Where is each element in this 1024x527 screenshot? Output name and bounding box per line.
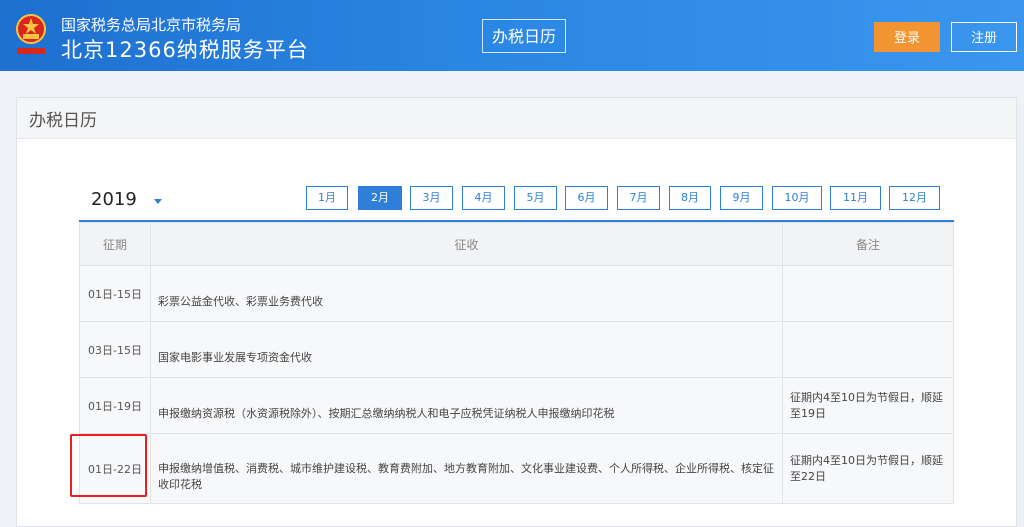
column-header-note: 备注: [782, 222, 954, 266]
note-cell: [782, 321, 954, 378]
page-label: 办税日历: [482, 19, 566, 53]
month-tab[interactable]: 11月: [830, 186, 881, 210]
month-tab[interactable]: 6月: [565, 186, 608, 210]
month-tab[interactable]: 7月: [617, 186, 660, 210]
table-row: 03日-15日 国家电影事业发展专项资金代收: [79, 321, 954, 378]
period-cell: 01日-15日: [79, 265, 151, 322]
column-header-content: 征收: [150, 222, 783, 266]
month-tab-selected[interactable]: 2月: [358, 186, 402, 210]
national-emblem-icon: [16, 14, 46, 54]
table-header-row: 征期 征收 备注: [79, 222, 954, 266]
month-tab[interactable]: 9月: [720, 186, 763, 210]
month-tab[interactable]: 3月: [410, 186, 453, 210]
note-cell: [782, 265, 954, 322]
note-cell: 征期内4至10日为节假日，顺延至22日: [782, 433, 954, 504]
content-cell: 彩票公益金代收、彩票业务费代收: [150, 265, 783, 322]
month-tab[interactable]: 4月: [462, 186, 505, 210]
org-name: 国家税务总局北京市税务局: [61, 16, 242, 34]
top-header: 国家税务总局北京市税务局 北京12366纳税服务平台 办税日历 登录 注册: [0, 0, 1024, 71]
tax-calendar-table: 征期 征收 备注 01日-15日 彩票公益金代收、彩票业务费代收 03日-15日…: [79, 222, 954, 504]
content-cell: 国家电影事业发展专项资金代收: [150, 321, 783, 378]
note-cell: 征期内4至10日为节假日，顺延至19日: [782, 377, 954, 434]
content-text: 国家电影事业发展专项资金代收: [158, 350, 312, 364]
column-header-period: 征期: [79, 222, 151, 266]
period-cell: 03日-15日: [79, 321, 151, 378]
content-cell: 申报缴纳资源税（水资源税除外）、按期汇总缴纳纳税人和电子应税凭证纳税人申报缴纳印…: [150, 377, 783, 434]
content-text: 申报缴纳资源税（水资源税除外）、按期汇总缴纳纳税人和电子应税凭证纳税人申报缴纳印…: [158, 406, 615, 420]
panel-header: 办税日历: [17, 98, 1016, 139]
site-name[interactable]: 北京12366纳税服务平台: [61, 34, 309, 64]
table-row: 01日-15日 彩票公益金代收、彩票业务费代收: [79, 265, 954, 322]
table-row: 01日-19日 申报缴纳资源税（水资源税除外）、按期汇总缴纳纳税人和电子应税凭证…: [79, 377, 954, 434]
panel-title: 办税日历: [29, 111, 97, 131]
period-cell: 01日-19日: [79, 377, 151, 434]
content-text: 申报缴纳增值税、消费税、城市维护建设税、教育费附加、地方教育附加、文化事业建设费…: [158, 461, 774, 491]
login-button[interactable]: 登录: [874, 22, 940, 52]
month-tabs: 1月 2月 3月 4月 5月 6月 7月 8月 9月 10月 11月 12月: [17, 186, 1016, 212]
annotation-highlight-box: [70, 434, 147, 497]
month-tab[interactable]: 12月: [889, 186, 940, 210]
tax-calendar-panel: 办税日历 2019 1月 2月 3月 4月 5月 6月 7月 8月 9月 10月…: [16, 97, 1017, 527]
month-tab[interactable]: 1月: [306, 186, 348, 210]
month-tab[interactable]: 10月: [772, 186, 822, 210]
table-row: 01日-22日 申报缴纳增值税、消费税、城市维护建设税、教育费附加、地方教育附加…: [79, 433, 954, 504]
month-tab[interactable]: 8月: [669, 186, 711, 210]
month-tab[interactable]: 5月: [514, 186, 557, 210]
register-button[interactable]: 注册: [951, 22, 1017, 52]
content-text: 彩票公益金代收、彩票业务费代收: [158, 294, 323, 308]
content-cell: 申报缴纳增值税、消费税、城市维护建设税、教育费附加、地方教育附加、文化事业建设费…: [150, 433, 783, 504]
